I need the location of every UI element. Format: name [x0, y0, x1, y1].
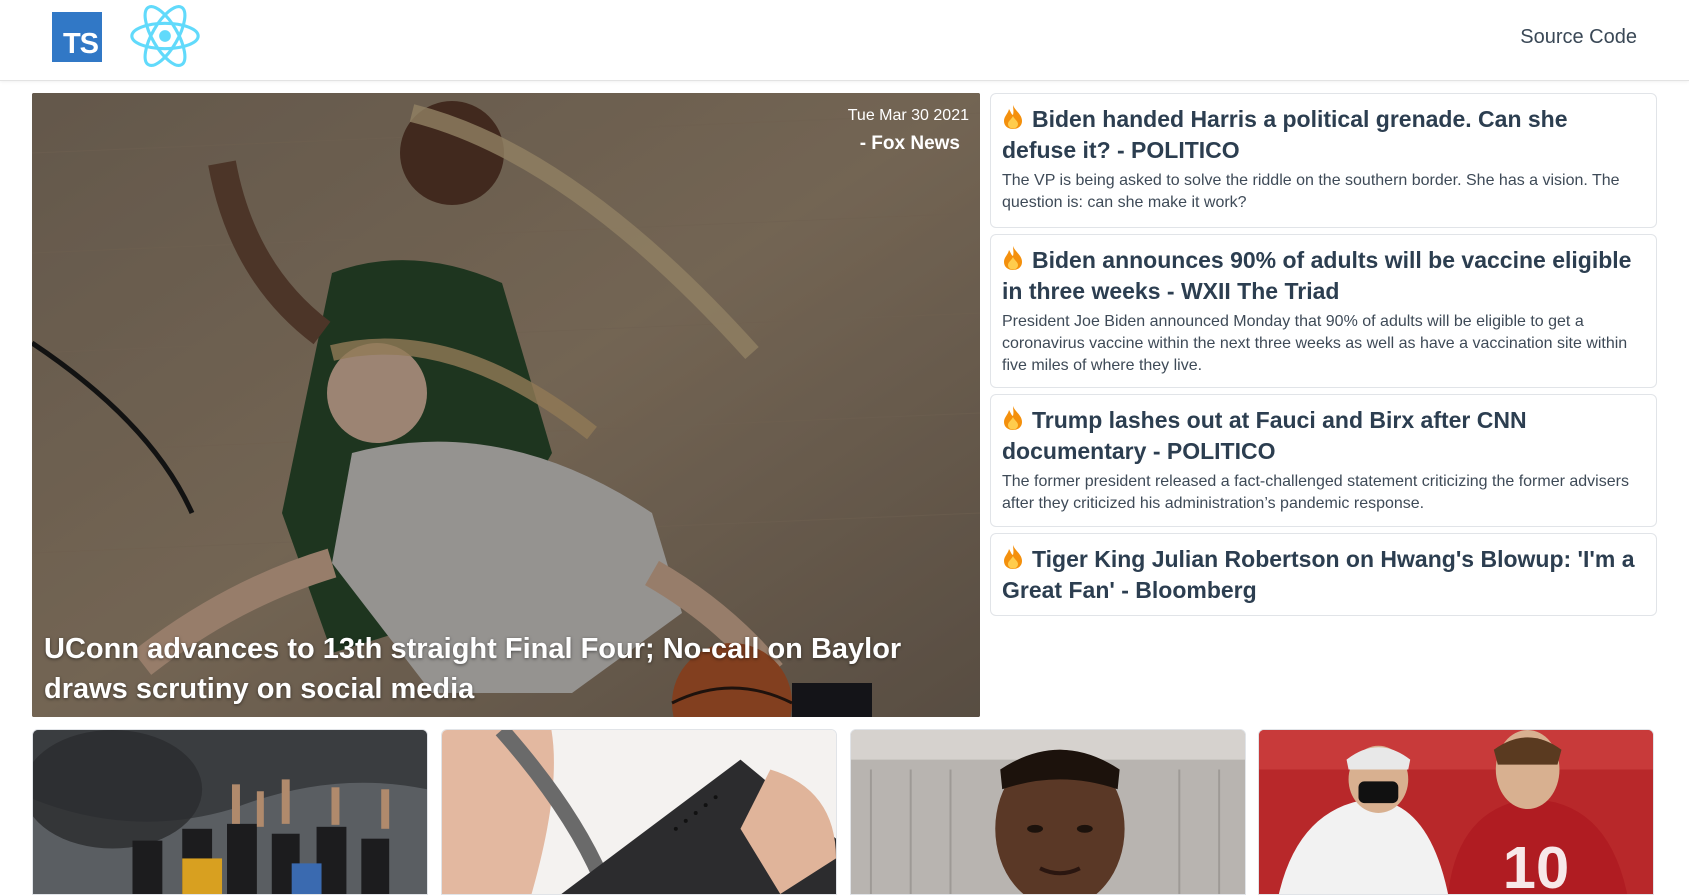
article-source: - Fox News [859, 133, 960, 154]
fire-icon [1004, 246, 1022, 270]
article-description: The former president released a fact-cha… [1002, 473, 1629, 512]
article-title-text: Tiger King Julian Robertson on Hwang's B… [1002, 546, 1635, 603]
featured-article[interactable]: Tue Mar 30 2021 - Fox News UConn advance… [32, 93, 980, 717]
article-title-text: Trump lashes out at Fauci and Birx after… [1002, 407, 1527, 464]
image-overlay [32, 93, 980, 717]
football-image: 10 [1259, 730, 1653, 894]
article-card[interactable]: Biden announces 90% of adults will be va… [990, 234, 1657, 388]
fire-icon [1004, 545, 1022, 569]
typescript-logo[interactable]: TS [52, 12, 102, 62]
article-title-text: Biden announces 90% of adults will be va… [1002, 247, 1632, 304]
svg-text:10: 10 [1503, 834, 1569, 894]
article-card[interactable]: Tiger King Julian Robertson on Hwang's B… [990, 533, 1657, 616]
article-title[interactable]: Trump lashes out at Fauci and Birx after… [1002, 405, 1645, 467]
top-stories-list: Biden handed Harris a political grenade.… [990, 93, 1657, 622]
article-title[interactable]: Tiger King Julian Robertson on Hwang's B… [1002, 544, 1645, 606]
fire-icon [1004, 105, 1022, 129]
article-date: Tue Mar 30 2021 [847, 107, 969, 124]
featured-article-title[interactable]: UConn advances to 13th straight Final Fo… [44, 629, 944, 709]
article-thumbnail[interactable]: 10 [1258, 729, 1654, 895]
article-description: President Joe Biden announced Monday tha… [1002, 313, 1628, 374]
article-thumbnail[interactable] [32, 729, 428, 895]
article-card[interactable]: Biden handed Harris a political grenade.… [990, 93, 1657, 228]
top-navbar: TS Source Code [0, 0, 1689, 81]
article-title[interactable]: Biden announces 90% of adults will be va… [1002, 245, 1645, 307]
fire-icon [1004, 406, 1022, 430]
article-thumbnail[interactable] [441, 729, 837, 895]
portrait-image [851, 730, 1245, 894]
article-description: The VP is being asked to solve the riddl… [1002, 172, 1620, 211]
phone-repair-image [442, 730, 836, 894]
article-title[interactable]: Biden handed Harris a political grenade.… [1002, 104, 1645, 166]
article-thumbnail[interactable] [850, 729, 1246, 895]
source-code-link[interactable]: Source Code [1520, 26, 1637, 49]
article-card[interactable]: Trump lashes out at Fauci and Birx after… [990, 394, 1657, 527]
article-title-text: Biden handed Harris a political grenade.… [1002, 106, 1568, 163]
react-atom-icon[interactable] [126, 0, 204, 72]
protest-image [33, 730, 427, 894]
